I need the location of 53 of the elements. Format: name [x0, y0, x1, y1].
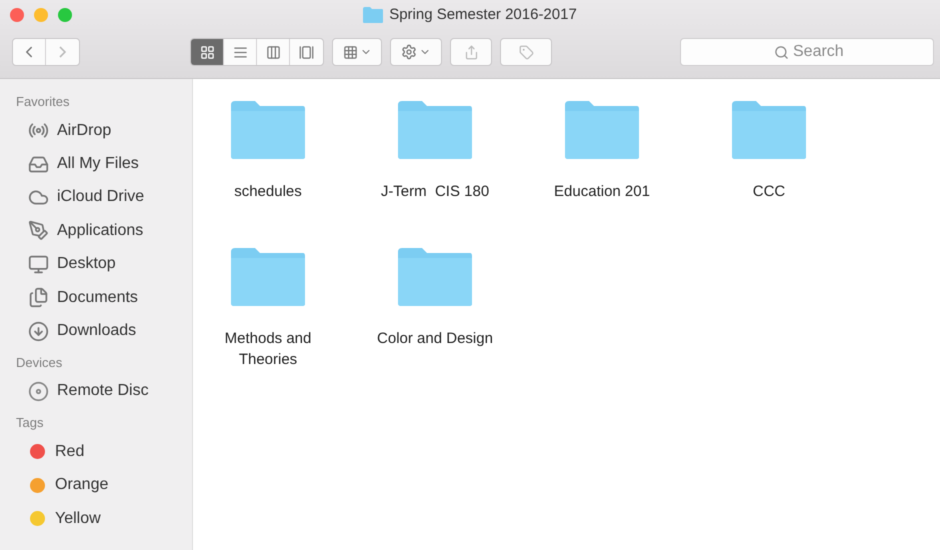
zoom-button[interactable] — [58, 8, 72, 22]
icon-view-button[interactable] — [191, 39, 224, 65]
sidebar-item[interactable]: Red — [55, 442, 84, 461]
sidebar-item[interactable]: All My Files — [57, 155, 139, 174]
search-icon — [774, 45, 789, 60]
section-title: Favorites — [15, 93, 70, 111]
grid-icon — [200, 44, 214, 60]
share-icon — [464, 44, 478, 60]
close-button[interactable] — [10, 8, 24, 22]
tag-button[interactable] — [500, 38, 552, 66]
folder-icon[interactable] — [563, 99, 641, 161]
tag-icon — [518, 44, 534, 60]
sidebar-item[interactable]: AirDrop — [57, 122, 112, 140]
sidebar-item[interactable]: iCloud Drive — [57, 188, 144, 206]
tray-icon — [28, 154, 49, 175]
sidebar-item[interactable]: Orange — [55, 476, 108, 494]
folder-icon[interactable] — [396, 99, 474, 161]
folder-name[interactable]: Color and Design — [365, 328, 505, 349]
sidebar-item[interactable]: Desktop — [57, 255, 116, 274]
chevron-right-icon — [59, 46, 66, 58]
folder-icon — [363, 6, 384, 22]
search-field[interactable]: Search — [680, 38, 934, 66]
files-icon — [28, 287, 49, 308]
pen-icon — [28, 220, 49, 242]
share-button[interactable] — [450, 38, 492, 66]
folder-name[interactable]: Education 201 — [532, 181, 672, 202]
settings-icon — [401, 44, 417, 60]
sidebar-item[interactable]: Downloads — [57, 322, 136, 340]
section-title: Tags — [15, 414, 44, 432]
folder-icon[interactable] — [730, 99, 808, 161]
sidebar-item[interactable]: Yellow — [55, 510, 101, 528]
minimize-button[interactable] — [34, 8, 48, 22]
folder-name[interactable]: CCC — [699, 181, 839, 202]
folder-name[interactable]: J-Term CIS 180 — [365, 181, 505, 202]
sidebar-item[interactable]: Applications — [57, 222, 144, 240]
list-icon — [232, 44, 248, 60]
gallery-icon — [299, 44, 314, 60]
grid-icon — [342, 44, 358, 60]
columns-icon — [266, 44, 280, 60]
folder-name[interactable]: Methods and Theories — [198, 328, 338, 370]
action-button[interactable] — [390, 38, 442, 66]
section-title: Devices — [15, 354, 64, 372]
sidebar-item[interactable]: Remote Disc — [57, 382, 149, 400]
folder-icon[interactable] — [229, 99, 307, 161]
arrange-button[interactable] — [332, 38, 382, 66]
download-icon — [28, 320, 49, 342]
disc-icon — [28, 380, 49, 402]
folder-icon[interactable] — [396, 246, 474, 308]
sidebar-item[interactable]: Documents — [57, 288, 138, 307]
window-title: Spring Semester 2016-2017 — [389, 6, 577, 23]
monitor-icon — [28, 254, 49, 275]
folder-name[interactable]: schedules — [198, 181, 338, 202]
folder-icon[interactable] — [229, 246, 307, 308]
